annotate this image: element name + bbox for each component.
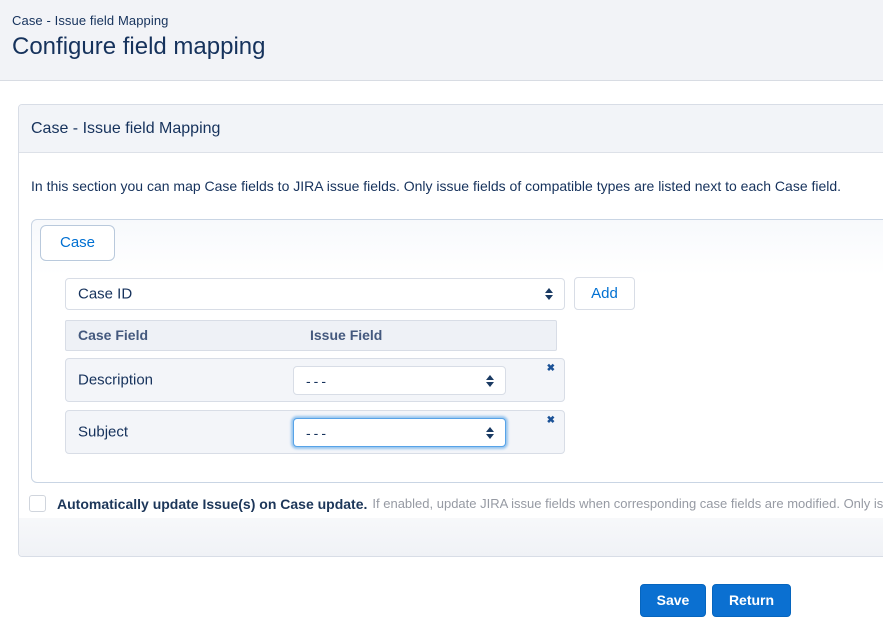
case-field-label: Description <box>78 372 153 389</box>
card-header-title: Case - Issue field Mapping <box>19 105 883 153</box>
remove-mapping-icon[interactable]: ✖ <box>547 414 555 428</box>
tab-case[interactable]: Case <box>40 225 115 261</box>
section-description: In this section you can map Case fields … <box>31 178 841 194</box>
breadcrumb[interactable]: Case - Issue field Mapping <box>12 13 169 28</box>
issue-field-value: --- <box>306 425 329 441</box>
mapping-row-subject: Subject --- ✖ <box>65 410 565 454</box>
return-button[interactable]: Return <box>712 584 791 617</box>
mapping-table-header: Case Field Issue Field <box>65 320 557 351</box>
page-title: Configure field mapping <box>12 33 266 61</box>
case-field-picker-select[interactable]: Case ID <box>65 278 565 310</box>
case-field-picker-value: Case ID <box>78 286 132 303</box>
auto-update-row: Automatically update Issue(s) on Case up… <box>29 495 883 512</box>
auto-update-help-text: If enabled, update JIRA issue fields whe… <box>372 496 883 511</box>
issue-field-select-description[interactable]: --- <box>293 366 506 395</box>
save-button[interactable]: Save <box>640 584 706 617</box>
issue-field-select-subject[interactable]: --- <box>293 418 506 447</box>
case-tab-panel: Case Case ID Add Case Field Issue Field … <box>31 219 883 483</box>
column-header-issue-field: Issue Field <box>310 321 382 350</box>
case-field-label: Subject <box>78 424 128 441</box>
remove-mapping-icon[interactable]: ✖ <box>547 362 555 376</box>
auto-update-checkbox[interactable] <box>29 495 46 512</box>
mapping-row-description: Description --- ✖ <box>65 358 565 402</box>
select-spinner-icon <box>486 427 495 439</box>
field-mapping-card: Case - Issue field Mapping In this secti… <box>18 104 883 557</box>
add-button[interactable]: Add <box>574 277 635 310</box>
select-spinner-icon <box>486 375 495 387</box>
auto-update-label[interactable]: Automatically update Issue(s) on Case up… <box>57 496 367 512</box>
issue-field-value: --- <box>306 373 329 389</box>
column-header-case-field: Case Field <box>78 321 148 350</box>
select-spinner-icon <box>545 288 554 300</box>
card-footer <box>19 518 883 556</box>
page-header: Case - Issue field Mapping Configure fie… <box>0 0 883 81</box>
